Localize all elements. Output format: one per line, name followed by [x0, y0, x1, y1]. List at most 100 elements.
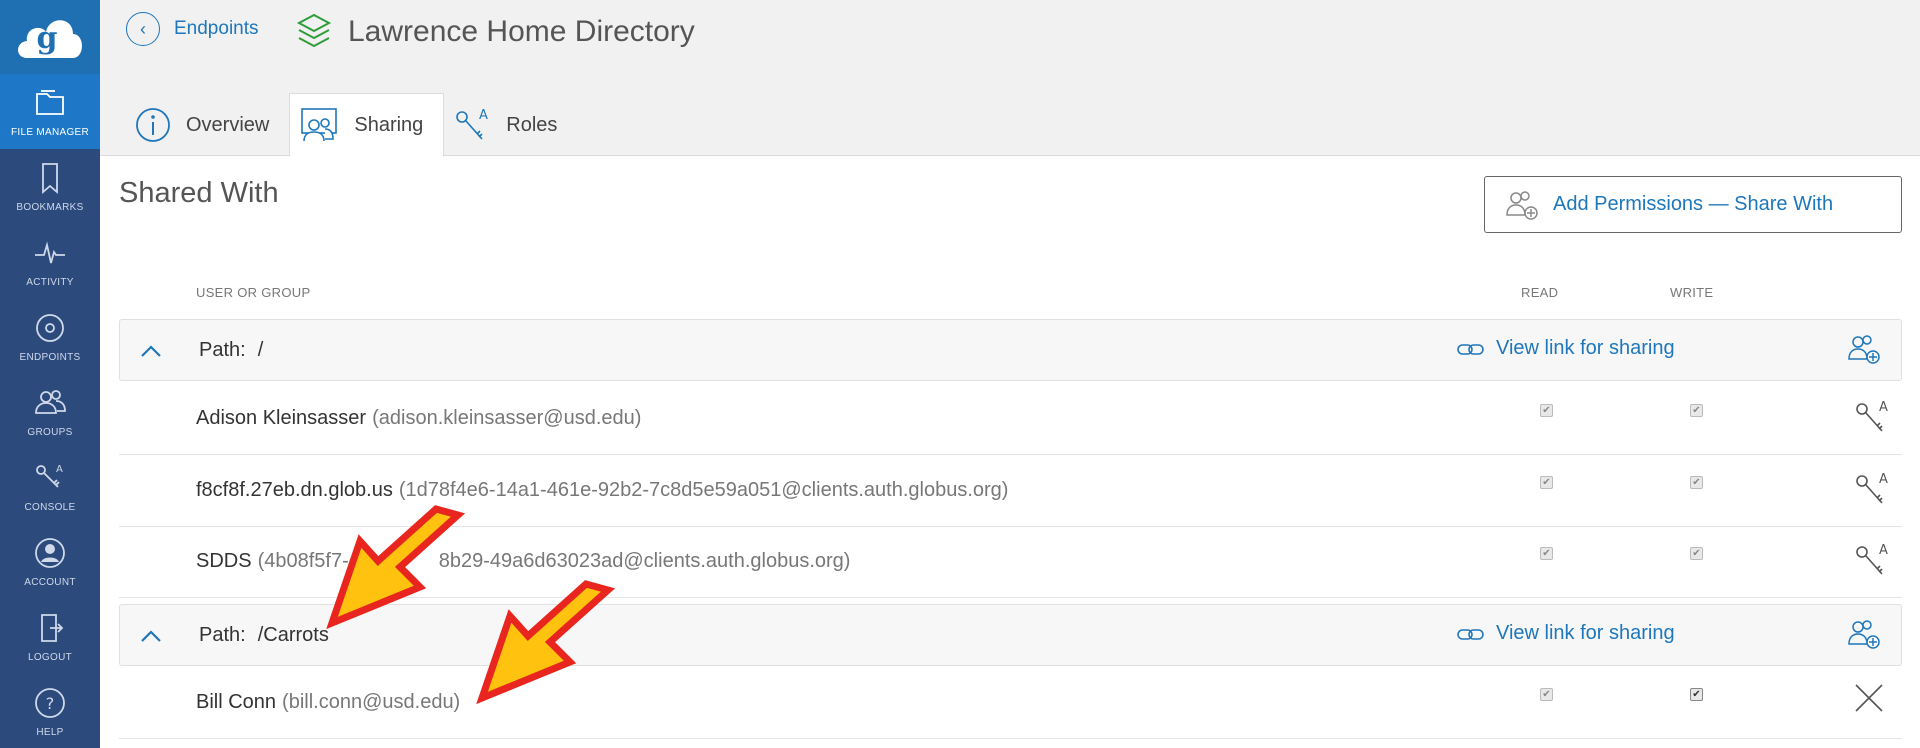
table-row: Adison Kleinsasser (adison.kleinsasser@us…: [119, 383, 1902, 455]
sidebar-item-label: ACCOUNT: [24, 577, 76, 588]
help-icon: ?: [35, 688, 65, 718]
path-value: /Carrots: [257, 624, 329, 646]
user-identity: SDDS (4b08f5f7- 8b29-49a6d63023ad@clients.…: [196, 550, 850, 573]
bookmark-icon: [42, 163, 58, 194]
path-label: Path: /Carrots: [199, 624, 329, 647]
add-permissions-label: Add Permissions — Share With: [1553, 193, 1834, 215]
sidebar-item-help[interactable]: ? HELP: [0, 674, 100, 748]
sidebar-item-logout[interactable]: LOGOUT: [0, 599, 100, 674]
read-checkbox[interactable]: ✔: [1540, 476, 1553, 489]
endpoint-icon: [36, 314, 64, 342]
svg-text:A: A: [1879, 543, 1888, 558]
tab-roles[interactable]: A Roles: [444, 93, 577, 157]
close-icon[interactable]: [1852, 681, 1886, 720]
back-link-label: Endpoints: [174, 18, 259, 39]
add-user-icon[interactable]: [1847, 333, 1881, 370]
user-name: SDDS: [196, 550, 252, 572]
sidebar-item-bookmarks[interactable]: BOOKMARKS: [0, 149, 100, 224]
add-user-icon[interactable]: [1847, 618, 1881, 655]
user-identity: Bill Conn (bill.conn@usd.edu): [196, 691, 460, 714]
tab-bar: Overview Sharing A Roles: [126, 93, 577, 157]
tab-overview[interactable]: Overview: [126, 93, 289, 157]
sidebar-item-label: HELP: [36, 727, 64, 738]
write-checkbox[interactable]: ✔: [1690, 547, 1703, 560]
sidebar-item-label: LOGOUT: [27, 652, 73, 663]
read-checkbox[interactable]: ✔: [1540, 688, 1553, 701]
user-name: f8cf8f.27eb.dn.glob.us: [196, 479, 393, 501]
user-identity: Adison Kleinsasser (adison.kleinsasser@us…: [196, 407, 641, 430]
write-checkbox[interactable]: ✔: [1690, 404, 1703, 417]
sidebar-item-label: ENDPOINTS: [19, 352, 81, 363]
read-checkbox[interactable]: ✔: [1540, 404, 1553, 417]
read-checkbox[interactable]: ✔: [1540, 547, 1553, 560]
sidebar-item-label: GROUPS: [27, 427, 73, 438]
tab-sharing[interactable]: Sharing: [289, 93, 445, 157]
page-header: ‹ Endpoints Lawrence Home Directory Over…: [100, 0, 1920, 157]
sidebar-item-activity[interactable]: ACTIVITY: [0, 224, 100, 299]
add-permissions-button[interactable]: Add Permissions — Share With: [1484, 176, 1902, 233]
add-user-icon: [1506, 190, 1538, 220]
console-icon: A: [36, 464, 63, 488]
sidebar-item-label: BOOKMARKS: [16, 202, 84, 213]
sharing-panel: Shared With Add Permissions — Share With…: [100, 157, 1920, 748]
folder-icon: [36, 90, 64, 115]
user-email: (adison.kleinsasser@usd.edu): [372, 407, 642, 429]
sidebar-item-endpoints[interactable]: ENDPOINTS: [0, 299, 100, 374]
chevron-left-icon: ‹: [126, 12, 160, 46]
view-link-for-sharing[interactable]: View link for sharing: [1456, 337, 1675, 360]
sidebar-item-console[interactable]: A CONSOLE: [0, 449, 100, 524]
svg-text:?: ?: [46, 694, 55, 713]
view-link-label: View link for sharing: [1496, 622, 1675, 644]
path-label: Path: /: [199, 339, 263, 362]
annotation-arrow-icon: [326, 505, 466, 630]
user-name: Bill Conn: [196, 691, 277, 713]
svg-text:A: A: [1879, 400, 1888, 415]
table-row: Bill Conn (bill.conn@usd.edu) ✔ ✔: [119, 667, 1902, 739]
write-checkbox[interactable]: ✔: [1690, 688, 1703, 701]
svg-text:A: A: [56, 464, 63, 475]
roles-icon[interactable]: A: [1852, 397, 1892, 442]
view-link-label: View link for sharing: [1496, 337, 1675, 359]
page-title-text: Lawrence Home Directory: [348, 15, 695, 48]
svg-text:A: A: [1879, 472, 1888, 487]
user-identity: f8cf8f.27eb.dn.glob.us (1d78f4e6-14a1-461…: [196, 479, 1008, 502]
svg-text:A: A: [479, 108, 488, 123]
user-email-tail: 8b29-49a6d63023ad@clients.auth.globus.or…: [438, 550, 851, 572]
path-value: /: [257, 339, 264, 361]
layers-icon: [296, 13, 332, 48]
info-icon: [136, 108, 170, 142]
write-checkbox[interactable]: ✔: [1690, 476, 1703, 489]
sharing-icon: [301, 108, 338, 142]
link-icon: [1457, 628, 1484, 640]
globus-cloud-icon: g: [18, 20, 82, 58]
tab-label: Overview: [186, 113, 270, 136]
sidebar-item-groups[interactable]: GROUPS: [0, 374, 100, 449]
globus-logo[interactable]: g: [0, 0, 100, 74]
back-link-endpoints[interactable]: ‹ Endpoints: [126, 12, 259, 46]
sidebar-item-label: ACTIVITY: [26, 277, 74, 288]
user-name: Adison Kleinsasser: [196, 407, 367, 429]
chevron-up-icon[interactable]: [140, 338, 162, 364]
sidebar-item-label: CONSOLE: [24, 502, 76, 513]
sidebar-item-account[interactable]: ACCOUNT: [0, 524, 100, 599]
sidebar-item-file-manager[interactable]: FILE MANAGER: [0, 74, 100, 149]
path-prefix: Path:: [199, 339, 246, 361]
column-header-read: READ: [1521, 285, 1559, 300]
roles-icon: A: [456, 108, 488, 140]
sidebar-item-label: FILE MANAGER: [10, 127, 90, 138]
path-row-root: Path: / View link for sharing: [119, 319, 1902, 381]
tab-label: Roles: [506, 113, 558, 136]
view-link-for-sharing[interactable]: View link for sharing: [1456, 622, 1675, 645]
logout-icon: [41, 614, 64, 642]
roles-icon[interactable]: A: [1852, 540, 1892, 585]
groups-icon: [35, 390, 66, 414]
path-prefix: Path:: [199, 624, 246, 646]
svg-text:g: g: [37, 21, 58, 56]
user-email: (bill.conn@usd.edu): [282, 691, 461, 713]
chevron-up-icon[interactable]: [140, 623, 162, 649]
column-header-user: USER OR GROUP: [196, 285, 311, 300]
section-title: Shared With: [119, 177, 279, 209]
account-icon: [35, 538, 65, 568]
roles-icon[interactable]: A: [1852, 469, 1892, 514]
activity-icon: [35, 241, 65, 264]
